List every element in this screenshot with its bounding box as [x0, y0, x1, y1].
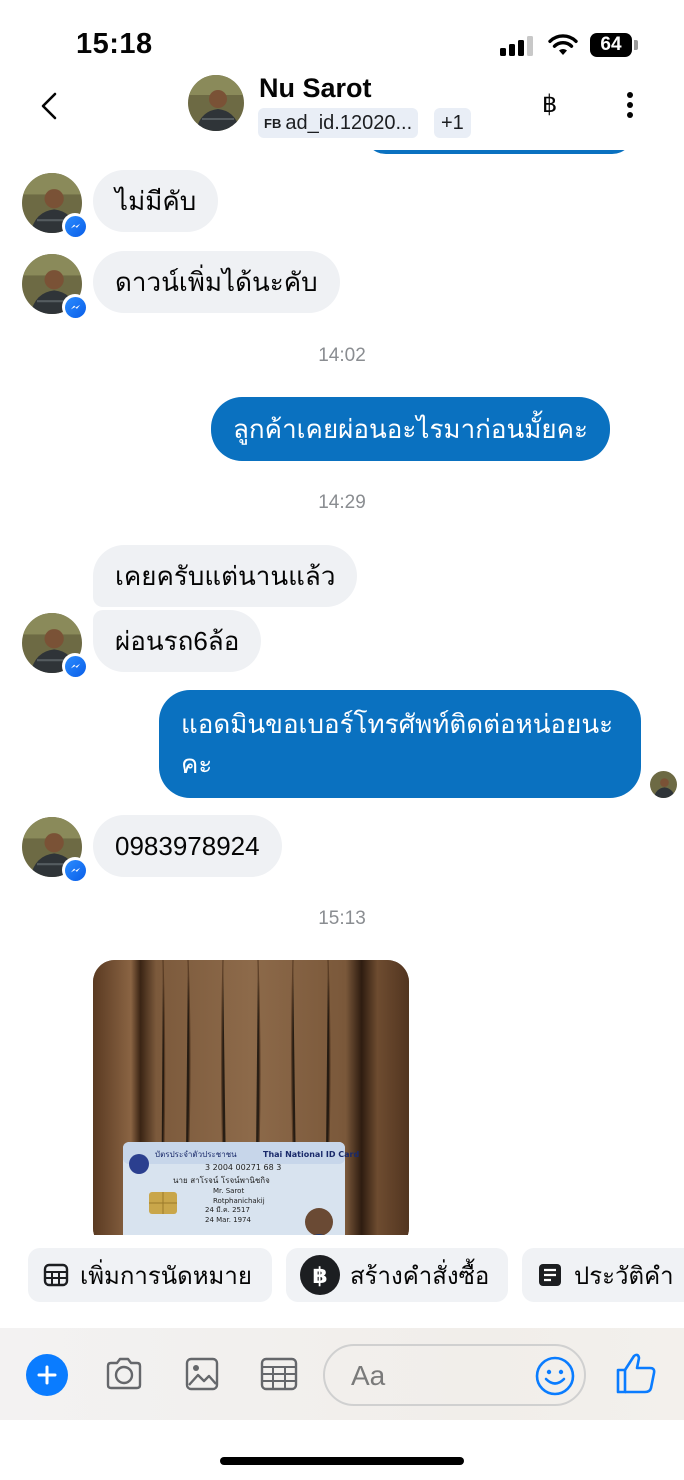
battery-indicator: 64	[590, 33, 632, 57]
sender-avatar[interactable]	[22, 613, 88, 679]
messenger-badge-icon	[62, 294, 88, 320]
incoming-message[interactable]: 0983978924	[93, 815, 282, 877]
avatar-photo	[188, 75, 244, 131]
messenger-badge-icon	[62, 213, 88, 239]
status-time: 15:18	[76, 28, 153, 60]
sender-avatar[interactable]	[22, 817, 88, 883]
messenger-badge-icon	[62, 653, 88, 679]
messenger-badge-icon	[62, 857, 88, 883]
add-appointment-button[interactable]: เพิ่มการนัดหมาย	[28, 1248, 272, 1302]
id-card-title-en: Thai National ID Card	[263, 1150, 359, 1159]
incoming-message[interactable]: ไม่มีคับ	[93, 170, 219, 232]
ad-id-chip[interactable]: FB ad_id.12020...	[258, 108, 419, 138]
baht-icon[interactable]: ฿	[542, 90, 557, 119]
ad-id-label: ad_id.12020...	[285, 111, 413, 134]
id-card-photo: บัตรประจำตัวประชาชน Thai National ID Car…	[93, 960, 409, 1235]
gallery-icon[interactable]	[180, 1352, 224, 1396]
previous-outgoing-bubble[interactable]	[364, 150, 634, 154]
id-card-last-name: Rotphanichakij	[213, 1197, 265, 1205]
more-options-icon[interactable]	[620, 88, 640, 128]
plus-icon[interactable]	[26, 1354, 68, 1396]
extra-labels-chip[interactable]: +1	[434, 108, 471, 138]
status-bar: 15:18 64	[0, 0, 684, 70]
calendar-grid-icon	[42, 1261, 70, 1289]
wifi-icon	[548, 34, 578, 55]
read-receipt-avatar	[650, 771, 677, 798]
id-card-dob-th: 24 มี.ค. 2517	[205, 1206, 250, 1214]
battery-nub	[634, 40, 638, 50]
message-placeholder: Aa	[351, 1360, 386, 1391]
contact-avatar[interactable]	[188, 75, 244, 131]
quick-actions-bar: เพิ่มการนัดหมาย ฿ สร้างคำสั่งซื้อ ประวัต…	[0, 1244, 684, 1306]
history-label: ประวัติคำ	[574, 1262, 674, 1290]
add-appointment-label: เพิ่มการนัดหมาย	[80, 1262, 252, 1290]
message-timestamp: 14:29	[318, 492, 366, 513]
contact-name[interactable]: Nu Sarot	[259, 73, 372, 104]
outgoing-message[interactable]: ลูกค้าเคยผ่อนอะไรมาก่อนมั้ยคะ	[211, 397, 611, 461]
home-indicator[interactable]	[220, 1457, 464, 1465]
signal-icon	[500, 36, 536, 56]
message-timestamp: 14:02	[318, 345, 366, 366]
baht-circle-icon: ฿	[300, 1255, 340, 1295]
message-thread[interactable]: ไม่มีคับ ดาวน์เพิ่มได้นะคับ 14:02 ลูกค้า…	[0, 150, 684, 1235]
id-card-name-en: Mr. Sarot	[213, 1187, 244, 1195]
template-grid-icon[interactable]	[257, 1352, 301, 1396]
id-card-dob-en: 24 Mar. 1974	[205, 1216, 252, 1224]
id-card-number: 3 2004 00271 68 3	[205, 1163, 281, 1172]
create-order-label: สร้างคำสั่งซื้อ	[350, 1262, 490, 1290]
sender-avatar[interactable]	[22, 173, 88, 239]
incoming-message[interactable]: เคยครับแต่นานแล้ว	[93, 545, 358, 607]
document-list-icon	[536, 1261, 564, 1289]
like-thumb-icon[interactable]	[614, 1350, 658, 1396]
chat-header: Nu Sarot FB ad_id.12020... +1 ฿	[0, 70, 684, 150]
message-composer: Aa	[0, 1328, 684, 1420]
sender-avatar[interactable]	[22, 254, 88, 320]
id-card-name-th: นาย สาโรจน์ โรจน์พานิชกิจ	[173, 1175, 270, 1185]
incoming-message[interactable]: ผ่อนรถ6ล้อ	[93, 610, 262, 672]
emoji-icon[interactable]	[534, 1355, 576, 1397]
svg-text:฿: ฿	[312, 1264, 327, 1289]
fb-badge: FB	[264, 115, 282, 131]
camera-icon[interactable]	[102, 1352, 146, 1396]
back-button[interactable]	[30, 86, 70, 126]
incoming-message[interactable]: ดาวน์เพิ่มได้นะคับ	[93, 251, 340, 313]
photo-message[interactable]: บัตรประจำตัวประชาชน Thai National ID Car…	[93, 960, 409, 1235]
outgoing-message[interactable]: แอดมินขอเบอร์โทรศัพท์ติดต่อหน่อยนะคะ	[159, 690, 641, 798]
id-card-title-th: บัตรประจำตัวประชาชน	[155, 1150, 237, 1159]
create-order-button[interactable]: ฿ สร้างคำสั่งซื้อ	[286, 1248, 508, 1302]
message-timestamp: 15:13	[318, 908, 366, 929]
history-button[interactable]: ประวัติคำ	[522, 1248, 684, 1302]
